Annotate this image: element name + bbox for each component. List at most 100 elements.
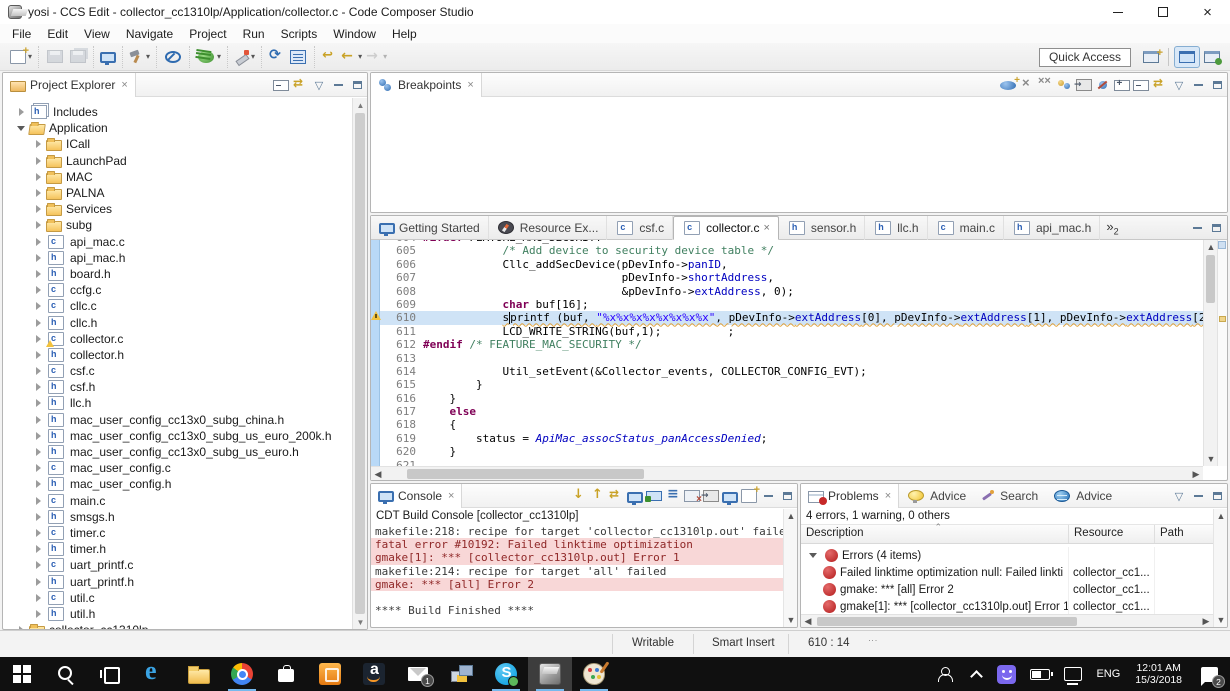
close-icon[interactable]: × <box>885 490 891 502</box>
chevron-right-icon[interactable] <box>30 464 46 472</box>
maximize-button[interactable] <box>1209 77 1225 93</box>
code-line[interactable]: 610 sprintf (buf, "%x%x%x%x%x%x%x%x", pD… <box>380 311 1203 324</box>
taskbar-remote-button[interactable] <box>440 657 484 691</box>
scroll-left-icon[interactable]: ◀ <box>371 467 385 481</box>
taskbar-edge-button[interactable] <box>132 657 176 691</box>
tree-item[interactable]: timer.h <box>3 541 352 557</box>
scrollbar-thumb[interactable] <box>1206 255 1215 303</box>
maximize-button[interactable] <box>1208 220 1224 236</box>
tab-advice-2[interactable]: Advice <box>1045 484 1119 508</box>
code-line[interactable]: 618 { <box>380 418 1203 431</box>
arrow-up-y-button[interactable] <box>589 488 605 504</box>
dropdown-arrow-icon[interactable]: ▾ <box>383 52 387 61</box>
collapse-box-button[interactable] <box>1133 77 1149 93</box>
menu-run[interactable]: Run <box>235 26 273 42</box>
code-line[interactable]: 608 &pDevInfo->extAddress, 0); <box>380 285 1203 298</box>
network-icon[interactable] <box>1059 657 1087 691</box>
chevron-right-icon[interactable] <box>30 610 46 618</box>
chevron-right-icon[interactable] <box>30 578 46 586</box>
tree-item[interactable]: ICall <box>3 136 352 152</box>
editor-tab-resource-ex-[interactable]: Resource Ex... <box>489 216 608 240</box>
warning-marker[interactable] <box>371 311 380 320</box>
taskbar-amazon-music-button[interactable] <box>308 657 352 691</box>
dropdown-arrow-icon[interactable]: ▾ <box>146 52 150 61</box>
tree-item[interactable]: LaunchPad <box>3 153 352 169</box>
code-line[interactable]: 616 } <box>380 392 1203 405</box>
wordwrap-button[interactable] <box>665 488 681 504</box>
minimize-button[interactable] <box>1189 220 1205 236</box>
editor-tab-getting-started[interactable]: Getting Started <box>371 216 489 240</box>
tree-item[interactable]: llc.h <box>3 395 352 411</box>
problem-group-row[interactable]: Errors (4 items) <box>801 547 1213 564</box>
tree-item[interactable]: Application <box>3 120 352 136</box>
chevron-right-icon[interactable] <box>30 480 46 488</box>
go-file-button[interactable] <box>1076 77 1092 93</box>
chevron-right-icon[interactable] <box>30 545 46 553</box>
chevron-right-icon[interactable] <box>30 399 46 407</box>
tree-item[interactable]: collector.c <box>3 331 352 347</box>
chevron-up-icon[interactable] <box>964 657 988 691</box>
chevron-right-icon[interactable] <box>30 319 46 327</box>
pin-console-button[interactable] <box>646 488 662 504</box>
menu-view[interactable]: View <box>76 26 118 42</box>
code-line[interactable]: 617 else <box>380 405 1203 418</box>
tree-item[interactable]: PALNA <box>3 185 352 201</box>
flash-button[interactable]: ▾ <box>232 47 257 67</box>
code-line[interactable]: 607 pDevInfo->shortAddress, <box>380 271 1203 284</box>
tree-item[interactable]: csf.c <box>3 363 352 379</box>
view-menu-button[interactable]: ▽ <box>311 77 327 93</box>
chevron-right-icon[interactable] <box>30 221 46 229</box>
status-handle-icon[interactable]: ⋮ <box>868 636 878 646</box>
code-line[interactable]: 606 Cllc_addSecDevice(pDevInfo->panID, <box>380 258 1203 271</box>
tree-item[interactable]: api_mac.h <box>3 250 352 266</box>
minimize-button[interactable] <box>1190 488 1206 504</box>
tree-item[interactable]: MAC <box>3 169 352 185</box>
chevron-right-icon[interactable] <box>30 189 46 197</box>
tree-item[interactable]: smsgs.h <box>3 509 352 525</box>
close-window-button[interactable]: × <box>1185 0 1230 24</box>
tree-item[interactable]: main.c <box>3 493 352 509</box>
tree-item[interactable]: Services <box>3 201 352 217</box>
notifications-icon[interactable]: 2 <box>1192 657 1226 691</box>
tab-advice[interactable]: Advice <box>899 484 973 508</box>
editor-tab-csf-c[interactable]: csf.c <box>607 216 673 240</box>
restore-window-button[interactable] <box>1140 0 1185 24</box>
refresh-button[interactable] <box>266 47 286 67</box>
editor-tab-collector-c[interactable]: collector.c× <box>673 216 779 240</box>
tab-overflow-chevron[interactable]: »2 <box>1100 219 1124 237</box>
minimize-button[interactable] <box>330 77 346 93</box>
problems-hscrollbar[interactable]: ◀ ▶ <box>801 614 1213 627</box>
editor-vscrollbar[interactable]: ▲ ▼ <box>1203 240 1217 466</box>
monitor-button[interactable] <box>98 48 118 65</box>
scroll-up-icon[interactable]: ▲ <box>353 98 368 112</box>
chevron-right-icon[interactable] <box>30 286 46 294</box>
tree-item[interactable]: Includes <box>3 104 352 120</box>
chevron-down-icon[interactable] <box>13 126 29 131</box>
taskbar-skype-button[interactable] <box>484 657 528 691</box>
scroll-left-icon[interactable]: ◀ <box>801 615 815 628</box>
code-line[interactable]: 611 LCD_WRITE_STRING(buf,1); ; <box>380 325 1203 338</box>
chevron-right-icon[interactable] <box>30 497 46 505</box>
chevron-right-icon[interactable] <box>30 561 46 569</box>
chevron-right-icon[interactable] <box>30 238 46 246</box>
dropdown-arrow-icon[interactable]: ▾ <box>217 52 221 61</box>
taskbar-search-button[interactable] <box>44 657 88 691</box>
tab-project-explorer[interactable]: Project Explorer × <box>3 73 136 97</box>
taskbar-explorer-button[interactable] <box>176 657 220 691</box>
close-icon[interactable]: × <box>763 222 769 234</box>
smiley-app-icon[interactable] <box>992 657 1021 691</box>
taskbar-amazon-button[interactable] <box>352 657 396 691</box>
maximize-button[interactable] <box>1209 488 1225 504</box>
overview-ruler[interactable] <box>1217 240 1227 466</box>
link-button[interactable] <box>292 77 308 93</box>
taskbar-ccs-button[interactable] <box>528 657 572 691</box>
code-line[interactable]: 619 status = ApiMac_assocStatus_panAcces… <box>380 432 1203 445</box>
chevron-right-icon[interactable] <box>30 529 46 537</box>
tree-item[interactable]: collector_cc1310lp <box>3 622 352 629</box>
tree-item[interactable]: util.h <box>3 606 352 622</box>
tab-problems[interactable]: Problems× <box>801 484 899 508</box>
scroll-right-icon[interactable]: ▶ <box>1199 615 1213 628</box>
monitor-button[interactable] <box>722 488 738 504</box>
forward-button[interactable]: ▾ <box>364 47 389 67</box>
chevron-right-icon[interactable] <box>30 157 46 165</box>
